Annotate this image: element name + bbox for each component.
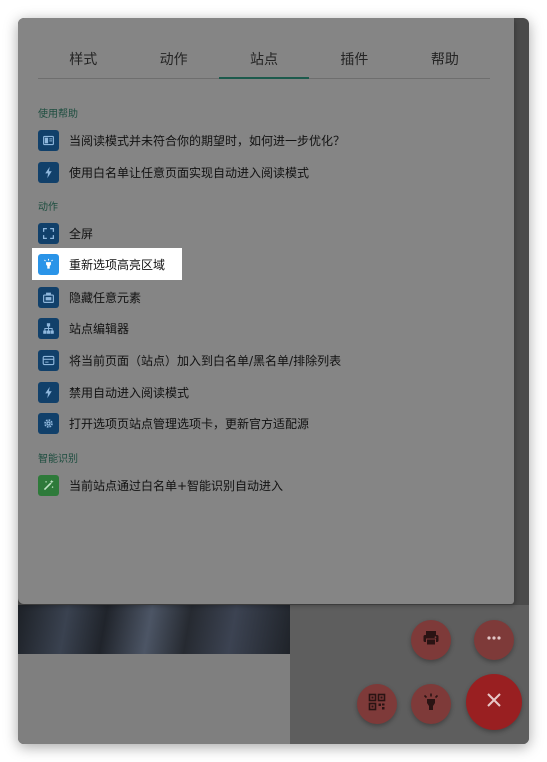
menu-item-fullscreen[interactable]: 全屏	[32, 217, 502, 249]
tab-site[interactable]: 站点	[218, 46, 310, 79]
fullscreen-icon	[38, 222, 59, 244]
menu-item-label: 站点编辑器	[69, 321, 130, 336]
menu-item-label: 打开选项页站点管理选项卡，更新官方适配源	[69, 416, 310, 431]
menu-item-label: 当阅读模式并未符合你的期望时，如何进一步优化？	[69, 133, 346, 148]
bulb-icon	[421, 692, 441, 716]
list-card-icon	[38, 349, 59, 371]
gear-icon	[38, 412, 59, 434]
lightning-icon	[38, 161, 59, 183]
app-window: 样式 动作 站点 插件 帮助 使用帮助 当阅读模式并未符合你的期望时，如何进一步…	[18, 18, 529, 744]
highlight-button[interactable]	[411, 684, 451, 724]
menu-item-label: 隐藏任意元素	[69, 290, 142, 305]
tab-help[interactable]: 帮助	[400, 46, 490, 78]
menu-item-label: 重新选项高亮区域	[69, 257, 166, 272]
highlight-bulb-icon	[38, 253, 59, 275]
menu-item-add-to-list[interactable]: 将当前页面（站点）加入到白名单/黑名单/排除列表	[32, 344, 502, 376]
lightning-icon	[38, 381, 59, 403]
more-icon	[484, 628, 504, 652]
background-image	[18, 605, 290, 654]
section-title-smart: 智能识别	[38, 454, 78, 465]
section-title-help: 使用帮助	[38, 109, 78, 120]
menu-item-disable-auto-reader[interactable]: 禁用自动进入阅读模式	[32, 376, 502, 408]
tab-actions[interactable]: 动作	[128, 46, 218, 78]
magic-wand-icon	[38, 474, 59, 496]
settings-panel: 样式 动作 站点 插件 帮助 使用帮助 当阅读模式并未符合你的期望时，如何进一步…	[18, 18, 514, 604]
hide-element-icon	[38, 286, 59, 308]
close-icon	[484, 690, 504, 714]
tab-style[interactable]: 样式	[38, 46, 128, 78]
menu-item-whitelist-help[interactable]: 使用白名单让任意页面实现自动进入阅读模式	[32, 156, 502, 188]
tab-bar: 样式 动作 站点 插件 帮助	[38, 46, 490, 79]
sitemap-icon	[38, 317, 59, 339]
more-button[interactable]	[474, 620, 514, 660]
reader-icon	[38, 129, 59, 151]
menu-item-label: 禁用自动进入阅读模式	[69, 385, 190, 400]
menu-item-reselect-highlight[interactable]: 重新选项高亮区域	[32, 248, 182, 280]
background-page-area	[18, 654, 290, 744]
menu-item-open-site-manager[interactable]: 打开选项页站点管理选项卡，更新官方适配源	[32, 407, 502, 439]
menu-item-optimize-help[interactable]: 当阅读模式并未符合你的期望时，如何进一步优化？	[32, 124, 502, 156]
menu-item-label: 当前站点通过白名单+智能识别自动进入	[69, 478, 284, 493]
close-button[interactable]	[466, 674, 522, 730]
tab-plugins[interactable]: 插件	[309, 46, 399, 78]
qrcode-button[interactable]	[357, 684, 397, 724]
menu-item-label: 全屏	[69, 226, 94, 241]
print-button[interactable]	[411, 620, 451, 660]
menu-item-hide-element[interactable]: 隐藏任意元素	[32, 281, 502, 313]
section-title-actions: 动作	[38, 202, 58, 213]
print-icon	[421, 628, 441, 652]
menu-item-smart-detect[interactable]: 当前站点通过白名单+智能识别自动进入	[32, 469, 502, 501]
menu-item-label: 将当前页面（站点）加入到白名单/黑名单/排除列表	[69, 353, 342, 368]
qrcode-icon	[367, 692, 387, 716]
menu-item-label: 使用白名单让任意页面实现自动进入阅读模式	[69, 165, 310, 180]
menu-item-site-editor[interactable]: 站点编辑器	[32, 312, 502, 344]
